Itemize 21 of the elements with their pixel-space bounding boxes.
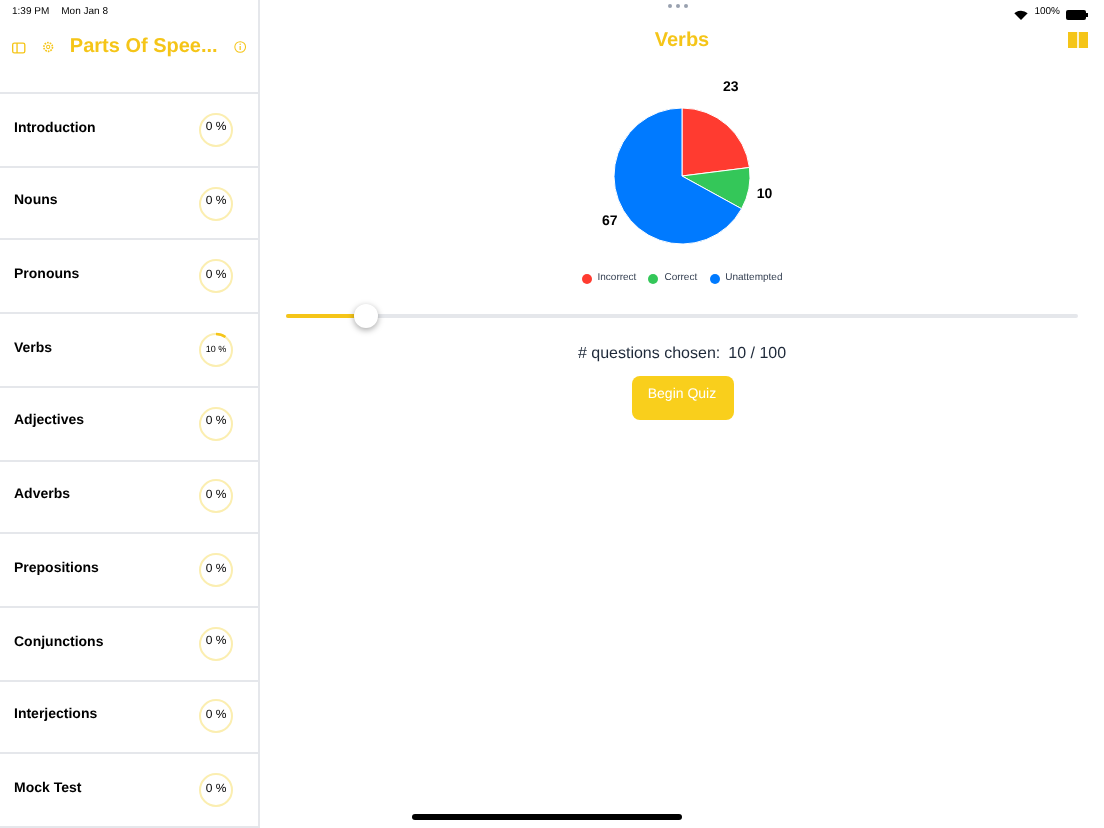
progress-ring-track xyxy=(199,699,233,734)
progress-ring-track xyxy=(199,259,233,294)
progress-ring-track xyxy=(199,626,233,661)
progress-ring-track xyxy=(199,479,233,514)
sidebar-toggle-icon[interactable] xyxy=(12,37,26,58)
progress-ring-track xyxy=(199,406,233,441)
book-icon[interactable] xyxy=(1068,32,1088,48)
progress-ring-track xyxy=(199,553,233,588)
wifi-icon xyxy=(1014,9,1029,19)
progress-ring-track xyxy=(199,112,233,147)
slider-thumb[interactable] xyxy=(353,303,378,327)
sidebar-title: Parts Of Spee... xyxy=(69,34,218,63)
detail-title: Verbs xyxy=(654,27,710,55)
info-icon[interactable] xyxy=(233,36,246,59)
progress-ring-track xyxy=(199,333,233,368)
progress-ring-fill xyxy=(215,332,226,339)
battery-icon xyxy=(1066,9,1088,19)
progress-ring-track xyxy=(199,186,233,221)
questions-label: # questions chosen: xyxy=(577,341,721,365)
progress-ring-track xyxy=(199,773,233,808)
questions-value: 10 / 100 xyxy=(728,341,787,365)
